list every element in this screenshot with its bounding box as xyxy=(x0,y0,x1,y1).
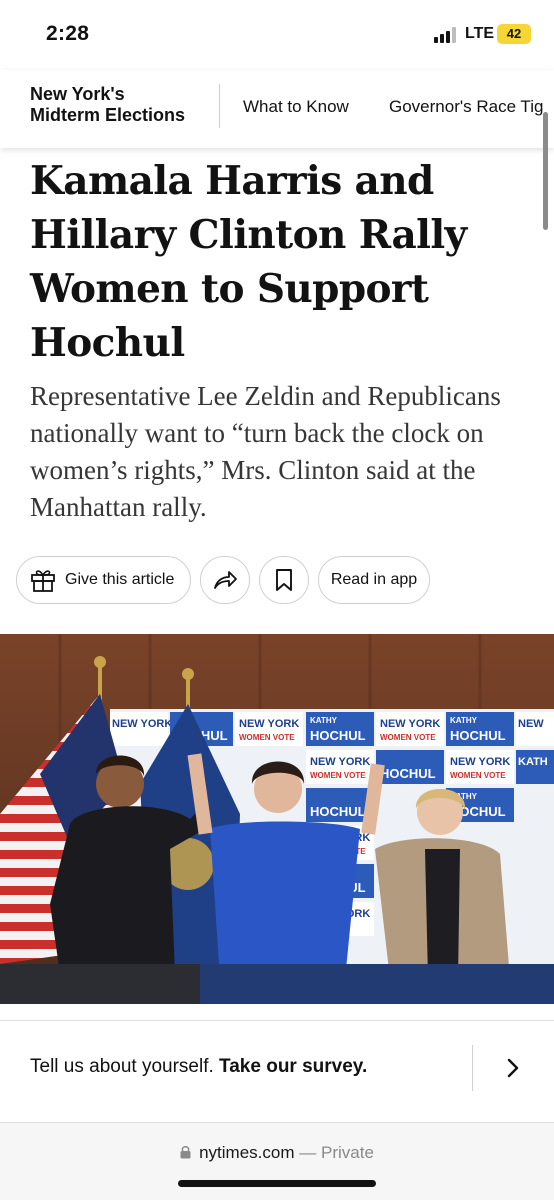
battery-icon: 42 xyxy=(497,24,531,44)
article-photo[interactable]: NEW YORK WOMEN VOTE KATHY HOCHUL NEW YOR… xyxy=(0,634,554,1004)
bookmark-icon xyxy=(276,569,292,591)
backdrop-text-ny: NEW YORK xyxy=(239,718,299,730)
url-display[interactable]: nytimes.com — Private xyxy=(0,1143,554,1163)
nav-link-governors-race[interactable]: Governor's Race Tig xyxy=(389,97,543,117)
bookmark-button[interactable] xyxy=(259,556,309,604)
article-headline: Kamala Harris and Hillary Clinton Rally … xyxy=(30,158,467,366)
svg-text:KATH: KATH xyxy=(518,756,548,768)
survey-prompt: Tell us about yourself. xyxy=(30,1056,214,1077)
section-nav: New York's Midterm Elections What to Kno… xyxy=(0,70,554,148)
svg-text:NEW: NEW xyxy=(518,718,544,730)
nav-divider xyxy=(219,84,220,128)
url-domain: nytimes.com xyxy=(199,1143,295,1162)
rally-photo: NEW YORK WOMEN VOTE KATHY HOCHUL NEW YOR… xyxy=(0,634,554,1004)
svg-text:KATHY: KATHY xyxy=(310,716,338,725)
survey-separator xyxy=(472,1045,473,1091)
give-article-label: Give this article xyxy=(65,571,175,588)
svg-text:HOCHUL: HOCHUL xyxy=(310,728,366,743)
svg-text:NEW YORK: NEW YORK xyxy=(380,718,440,730)
backdrop-text-women-vote: WOMEN VOTE xyxy=(239,733,295,742)
private-mode-label: Private xyxy=(320,1143,374,1162)
browser-url-bar[interactable]: nytimes.com — Private xyxy=(0,1122,554,1200)
svg-text:HOCHUL: HOCHUL xyxy=(310,804,366,819)
share-icon xyxy=(214,571,237,589)
home-indicator[interactable] xyxy=(178,1180,376,1187)
section-title[interactable]: New York's Midterm Elections xyxy=(30,84,185,126)
svg-text:NEW YORK: NEW YORK xyxy=(112,718,172,730)
svg-text:NEW YORK: NEW YORK xyxy=(450,756,510,768)
svg-text:WOMEN VOTE: WOMEN VOTE xyxy=(380,733,436,742)
survey-banner[interactable]: Tell us about yourself. Take our survey. xyxy=(0,1021,554,1121)
give-article-button[interactable]: Give this article xyxy=(16,556,191,604)
svg-text:HOCHUL: HOCHUL xyxy=(380,766,436,781)
svg-text:HOCHUL: HOCHUL xyxy=(450,728,506,743)
chevron-right-icon[interactable] xyxy=(500,1055,526,1081)
survey-text: Tell us about yourself. Take our survey. xyxy=(30,1056,367,1078)
svg-text:KATHY: KATHY xyxy=(450,716,478,725)
svg-text:WOMEN VOTE: WOMEN VOTE xyxy=(310,771,366,780)
signal-strength-icon xyxy=(434,27,460,43)
url-separator: — xyxy=(299,1143,317,1162)
svg-text:NEW YORK: NEW YORK xyxy=(310,756,370,768)
read-in-app-button[interactable]: Read in app xyxy=(318,556,430,604)
status-time: 2:28 xyxy=(46,22,90,45)
network-type: LTE xyxy=(465,25,495,42)
article-summary: Representative Lee Zeldin and Republican… xyxy=(30,381,501,522)
section-title-line2: Midterm Elections xyxy=(30,105,186,125)
status-bar: 2:28 LTE 42 xyxy=(0,0,554,70)
survey-cta[interactable]: Take our survey. xyxy=(219,1056,367,1077)
svg-text:WOMEN VOTE: WOMEN VOTE xyxy=(450,771,506,780)
nav-link-what-to-know[interactable]: What to Know xyxy=(243,97,349,117)
gift-icon xyxy=(31,570,55,592)
page-scrollbar[interactable] xyxy=(543,112,548,230)
lock-icon xyxy=(180,1146,191,1159)
section-title-line1: New York's xyxy=(30,84,125,104)
share-button[interactable] xyxy=(200,556,250,604)
